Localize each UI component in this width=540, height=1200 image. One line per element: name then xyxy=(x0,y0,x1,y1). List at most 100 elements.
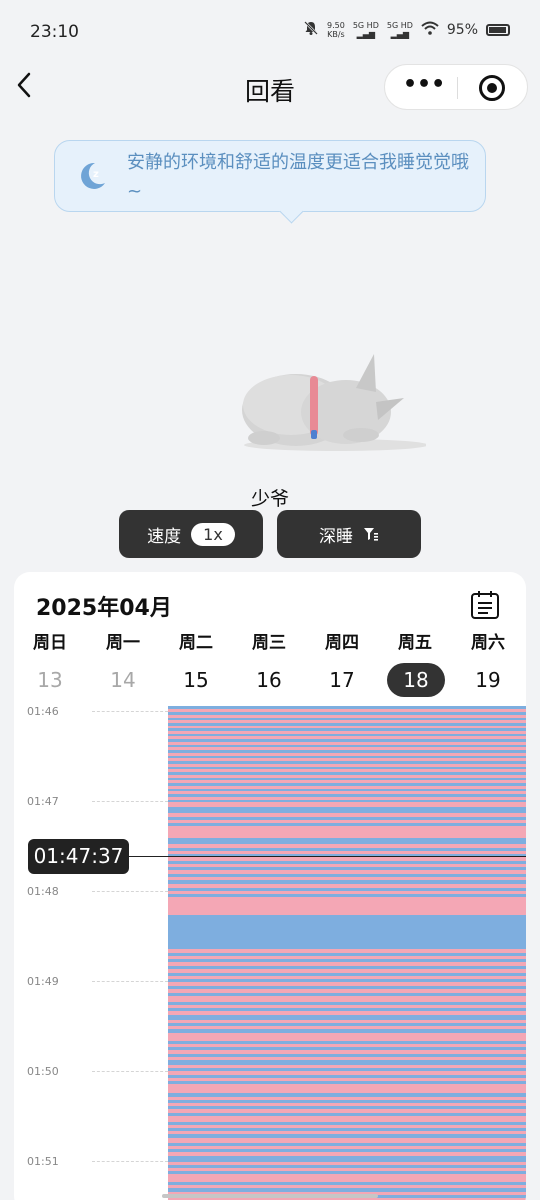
stripe-blue xyxy=(168,894,526,897)
day-14[interactable]: 14 xyxy=(93,663,153,697)
day-16[interactable]: 16 xyxy=(239,663,299,697)
net-speed-value: 9.50 xyxy=(327,21,345,30)
stripe-blue xyxy=(168,979,526,982)
speed-button[interactable]: 速度 1x xyxy=(119,510,263,558)
month-title: 2025年04月 xyxy=(36,596,172,621)
time-gridline xyxy=(92,801,168,802)
stripe-blue xyxy=(168,783,526,786)
stripe-blue xyxy=(168,1113,526,1116)
nav-bar: 回看 ••• xyxy=(0,64,540,118)
stripe-pink xyxy=(168,1109,526,1113)
stripe-pink xyxy=(168,897,526,915)
pet-name: 少爷 xyxy=(250,488,289,510)
calendar-timeline-card: 2025年04月 周日 周一 周二 周三 周四 周五 周六 13 14 15 1… xyxy=(14,572,526,1200)
filter-label: 深睡 xyxy=(319,526,353,547)
stripe-pink xyxy=(168,884,526,888)
stripe-pink xyxy=(168,996,526,1002)
stripe-blue xyxy=(168,767,526,769)
stripe-blue xyxy=(168,1128,526,1131)
stripe-pink xyxy=(168,764,526,767)
stripe-pink xyxy=(168,1125,526,1128)
weekday-wed: 周三 xyxy=(252,633,286,653)
stripe-blue xyxy=(168,756,526,758)
time-gridline xyxy=(92,1161,168,1162)
more-menu-button[interactable]: ••• xyxy=(403,74,445,100)
stripe-blue xyxy=(168,1106,526,1109)
stripe-blue xyxy=(168,848,526,851)
stripe-blue xyxy=(168,1143,526,1146)
net-speed-unit: KB/s xyxy=(327,30,345,39)
stripe-blue xyxy=(168,1188,526,1192)
sleep-activity-timeline[interactable] xyxy=(168,706,526,1200)
time-gridline xyxy=(92,711,168,712)
day-18-selected[interactable]: 18 xyxy=(387,663,445,697)
stripe-blue xyxy=(168,959,526,962)
stripe-pink xyxy=(168,753,526,756)
stripe-blue xyxy=(168,973,526,976)
time-gridline xyxy=(92,981,168,982)
weekday-sat: 周六 xyxy=(471,633,505,653)
stripe-pink xyxy=(168,1097,526,1100)
status-indicators: 9.50 KB/s 5G HD ▂▄▆ 5G HD ▂▄▆ 95% xyxy=(303,20,510,40)
sleep-filter-button[interactable]: 深睡 xyxy=(277,510,421,558)
playhead-time[interactable]: 01:47:37 xyxy=(28,839,129,874)
stripe-pink xyxy=(168,726,526,728)
stripe-blue xyxy=(168,723,526,726)
capsule-divider xyxy=(457,77,458,99)
stripe-blue xyxy=(168,880,526,884)
stripe-blue xyxy=(168,772,526,775)
stripe-pink xyxy=(168,715,526,718)
stripe-pink xyxy=(168,1050,526,1054)
stripe-pink xyxy=(168,1044,526,1047)
stripe-pink xyxy=(168,786,526,789)
stripe-blue xyxy=(168,1171,526,1174)
sleep-moon-icon: z xyxy=(81,162,105,189)
stripe-blue xyxy=(168,1134,526,1138)
day-17[interactable]: 17 xyxy=(312,663,372,697)
stripe-blue xyxy=(168,1023,526,1026)
calendar-icon[interactable] xyxy=(470,590,500,620)
stripe-pink xyxy=(168,1071,526,1075)
weekday-sun: 周日 xyxy=(33,633,67,653)
mini-program-capsule: ••• xyxy=(384,64,528,110)
stripe-blue xyxy=(168,745,526,747)
status-bar: 23:10 9.50 KB/s 5G HD ▂▄▆ 5G HD ▂▄▆ 95% xyxy=(0,0,540,64)
stripe-pink xyxy=(168,962,526,966)
stripe-pink xyxy=(168,775,526,778)
stripe-blue xyxy=(168,888,526,891)
stripe-blue xyxy=(168,1068,526,1071)
stripe-pink xyxy=(168,813,526,817)
tip-text: 安静的环境和舒适的温度更适合我睡觉觉哦~ xyxy=(127,152,469,202)
stripe-pink xyxy=(168,1057,526,1060)
time-label-0151: 01:51 xyxy=(27,1155,59,1168)
stripe-blue xyxy=(168,1060,526,1065)
stripe-pink xyxy=(168,982,526,986)
stripe-blue xyxy=(168,1182,526,1185)
stripe-blue xyxy=(168,1093,526,1097)
stripe-blue xyxy=(168,1029,526,1033)
stripe-pink xyxy=(168,1174,526,1182)
stripe-pink xyxy=(168,1084,526,1093)
day-19[interactable]: 19 xyxy=(458,663,518,697)
stripe-pink xyxy=(168,1026,526,1029)
stripe-blue xyxy=(168,1041,526,1044)
wifi-icon xyxy=(421,21,439,39)
stripe-pink xyxy=(168,1116,526,1122)
stripe-pink xyxy=(168,1005,526,1008)
time-label-0147: 01:47 xyxy=(27,795,59,808)
stripe-pink xyxy=(168,956,526,959)
sim2-signal: 5G HD ▂▄▆ xyxy=(386,21,413,39)
stripe-blue xyxy=(168,986,526,989)
stripe-blue xyxy=(168,706,526,709)
stripe-blue xyxy=(168,1015,526,1020)
stripe-blue xyxy=(168,712,526,715)
filter-icon xyxy=(364,528,378,541)
day-15[interactable]: 15 xyxy=(166,663,226,697)
stripe-pink xyxy=(168,720,526,723)
stripe-pink xyxy=(168,1078,526,1081)
close-target-button[interactable] xyxy=(479,75,505,101)
day-13[interactable]: 13 xyxy=(20,663,80,697)
stripe-blue xyxy=(168,966,526,969)
stripe-blue xyxy=(168,750,526,753)
stripe-blue xyxy=(168,794,526,797)
